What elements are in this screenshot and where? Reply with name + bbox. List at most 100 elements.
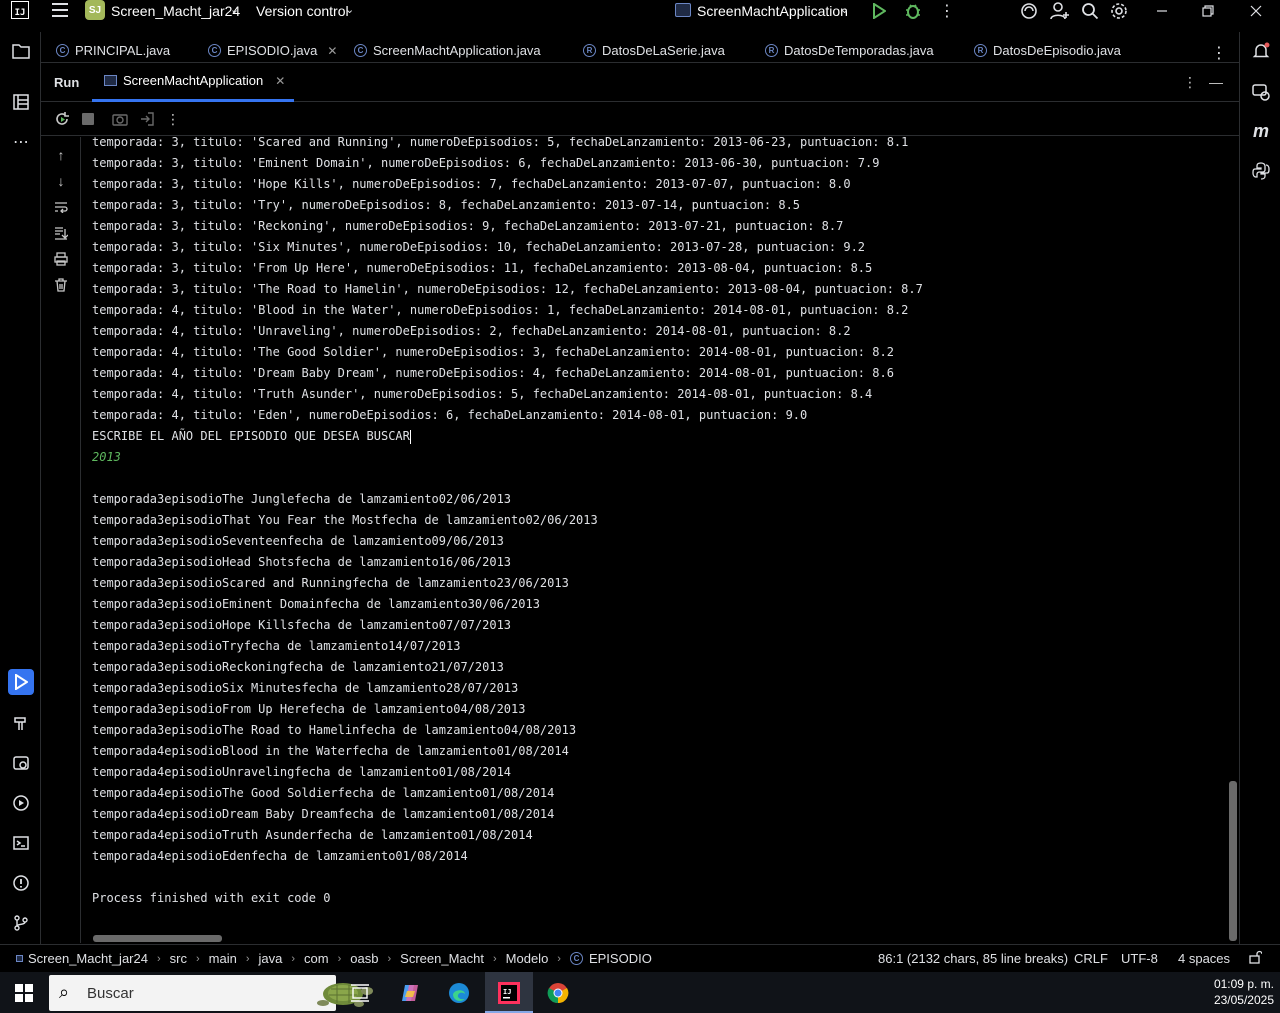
breadcrumb-item[interactable]: Screen_Macht_jar24 <box>28 951 148 966</box>
search-icon[interactable] <box>1080 1 1100 21</box>
trash-icon[interactable] <box>52 276 70 294</box>
indent-setting[interactable]: 4 spaces <box>1178 951 1230 966</box>
copilot-icon[interactable] <box>395 978 425 1008</box>
chevron-down-icon[interactable]: ⌄ <box>230 3 239 16</box>
tab-datosdelaserie[interactable]: R DatosDeLaSerie.java <box>583 43 725 58</box>
chrome-browser-icon[interactable] <box>543 978 573 1008</box>
notifications-bell-icon[interactable] <box>1248 38 1274 64</box>
class-icon: C <box>569 952 583 965</box>
breadcrumb-separator-icon: › <box>387 952 392 965</box>
console-result-line: temporada3episodioReckoningfecha de lamz… <box>92 660 504 674</box>
rerun-icon[interactable] <box>53 110 71 128</box>
main-menu-icon[interactable] <box>52 3 68 17</box>
intellij-idea-icon[interactable]: IJ <box>494 978 524 1008</box>
line-separator[interactable]: CRLF <box>1074 951 1108 966</box>
close-tab-icon[interactable]: ✕ <box>275 74 285 88</box>
tab-datosdeepisodio[interactable]: R DatosDeEpisodio.java <box>974 43 1121 58</box>
run-config-selector[interactable]: ScreenMachtApplication <box>697 3 848 19</box>
right-tool-strip: m <box>1239 32 1280 944</box>
task-view-icon[interactable] <box>345 978 375 1008</box>
build-hammer-icon[interactable] <box>8 710 34 736</box>
scroll-to-end-icon[interactable] <box>52 224 70 242</box>
file-encoding[interactable]: UTF-8 <box>1121 951 1158 966</box>
arrow-down-icon[interactable]: ↓ <box>52 172 70 190</box>
tab-more-icon[interactable]: ⋮ <box>1211 43 1227 63</box>
system-clock[interactable]: 01:09 p. m. 23/05/2025 <box>1214 976 1274 1008</box>
breadcrumb-item[interactable]: Modelo <box>506 951 549 966</box>
search-placeholder: Buscar <box>87 985 134 1002</box>
close-window-icon[interactable] <box>1246 1 1266 21</box>
console-line: temporada: 3, titulo: 'From Up Here', nu… <box>92 261 873 275</box>
services-icon[interactable] <box>8 750 34 776</box>
ai-chat-icon[interactable] <box>1248 79 1274 105</box>
breadcrumb-separator-icon: › <box>195 952 200 965</box>
problems-icon[interactable] <box>8 870 34 896</box>
class-icon: C <box>56 44 69 57</box>
windows-start-icon[interactable] <box>15 984 33 1002</box>
debug-icon[interactable] <box>903 1 923 21</box>
horizontal-scrollbar[interactable] <box>93 935 222 942</box>
more-tools-icon[interactable]: ⋯ <box>8 129 34 155</box>
close-tab-icon[interactable]: ✕ <box>327 44 337 58</box>
project-name[interactable]: Screen_Macht_jar24 <box>111 3 240 19</box>
project-badge[interactable]: SJ <box>85 0 105 20</box>
breadcrumb-item[interactable]: com <box>304 951 329 966</box>
editor-tab-bar: C PRINCIPAL.java C EPISODIO.java ✕ C Scr… <box>41 40 1239 62</box>
print-icon[interactable] <box>52 250 70 268</box>
console-result-line: temporada3episodioScared and Runningfech… <box>92 576 569 590</box>
arrow-up-icon[interactable]: ↑ <box>52 146 70 164</box>
git-branch-icon[interactable] <box>8 910 34 936</box>
cursor-position[interactable]: 86:1 (2132 chars, 85 line breaks) <box>878 951 1068 966</box>
console-output[interactable]: temporada: 3, titulo: 'Scared and Runnin… <box>82 137 1228 943</box>
structure-icon[interactable] <box>8 89 34 115</box>
tab-datosdetemporadas[interactable]: R DatosDeTemporadas.java <box>765 43 934 58</box>
tab-label: DatosDeTemporadas.java <box>784 43 934 58</box>
terminal-icon[interactable] <box>8 830 34 856</box>
console-line: temporada: 4, titulo: 'Truth Asunder', n… <box>92 387 873 401</box>
breadcrumb-item[interactable]: main <box>209 951 237 966</box>
edge-browser-icon[interactable] <box>444 978 474 1008</box>
restore-window-icon[interactable] <box>1198 1 1218 21</box>
minimize-window-icon[interactable] <box>1152 1 1172 21</box>
tab-label: ScreenMachtApplication.java <box>373 43 541 58</box>
hide-panel-icon[interactable]: — <box>1207 73 1225 91</box>
exit-icon[interactable] <box>138 110 156 128</box>
vertical-scrollbar[interactable] <box>1229 781 1237 941</box>
maven-icon[interactable]: m <box>1248 118 1274 144</box>
breadcrumb-current-class[interactable]: EPISODIO <box>589 951 652 966</box>
stop-icon[interactable] <box>79 110 97 128</box>
run-tab[interactable]: ScreenMachtApplication ✕ <box>104 73 285 88</box>
chevron-down-icon[interactable]: ⌄ <box>840 3 849 16</box>
more-actions-icon[interactable]: ⋮ <box>938 1 956 21</box>
taskbar-search-box[interactable]: ⌕ Buscar <box>49 975 373 1011</box>
ai-assistant-icon[interactable] <box>1018 1 1040 21</box>
console-line: temporada: 4, titulo: 'The Good Soldier'… <box>92 345 894 359</box>
python-console-icon[interactable] <box>1248 158 1274 184</box>
lock-icon[interactable] <box>1248 950 1263 967</box>
more-icon[interactable]: ⋮ <box>164 110 182 128</box>
options-more-icon[interactable]: ⋮ <box>1181 73 1199 91</box>
version-control-menu[interactable]: Version control <box>256 3 349 19</box>
debug-tool-icon[interactable] <box>8 790 34 816</box>
camera-icon[interactable] <box>111 110 129 128</box>
clock-time: 01:09 p. m. <box>1213 977 1274 991</box>
run-tool-icon[interactable] <box>8 669 34 695</box>
console-line: temporada: 3, titulo: 'The Road to Hamel… <box>92 282 923 296</box>
breadcrumb-item[interactable]: oasb <box>350 951 378 966</box>
breadcrumb-item[interactable]: java <box>259 951 283 966</box>
run-icon[interactable] <box>870 1 888 21</box>
project-folder-icon[interactable] <box>8 38 34 64</box>
settings-gear-icon[interactable] <box>1109 1 1129 21</box>
tab-episodio[interactable]: C EPISODIO.java ✕ <box>208 43 337 58</box>
breadcrumb-item[interactable]: Screen_Macht <box>400 951 484 966</box>
chevron-down-icon[interactable]: ⌄ <box>345 3 354 16</box>
console-line: temporada: 3, titulo: 'Reckoning', numer… <box>92 219 844 233</box>
tab-principal[interactable]: C PRINCIPAL.java <box>56 43 170 58</box>
console-result-line: temporada4episodioUnravelingfecha de lam… <box>92 765 512 779</box>
add-user-icon[interactable] <box>1049 1 1071 21</box>
console-exit-message: Process finished with exit code 0 <box>92 891 331 905</box>
soft-wrap-icon[interactable] <box>52 198 70 216</box>
tab-screenmachtapplication[interactable]: C ScreenMachtApplication.java <box>354 43 541 58</box>
breadcrumb-item[interactable]: src <box>170 951 187 966</box>
